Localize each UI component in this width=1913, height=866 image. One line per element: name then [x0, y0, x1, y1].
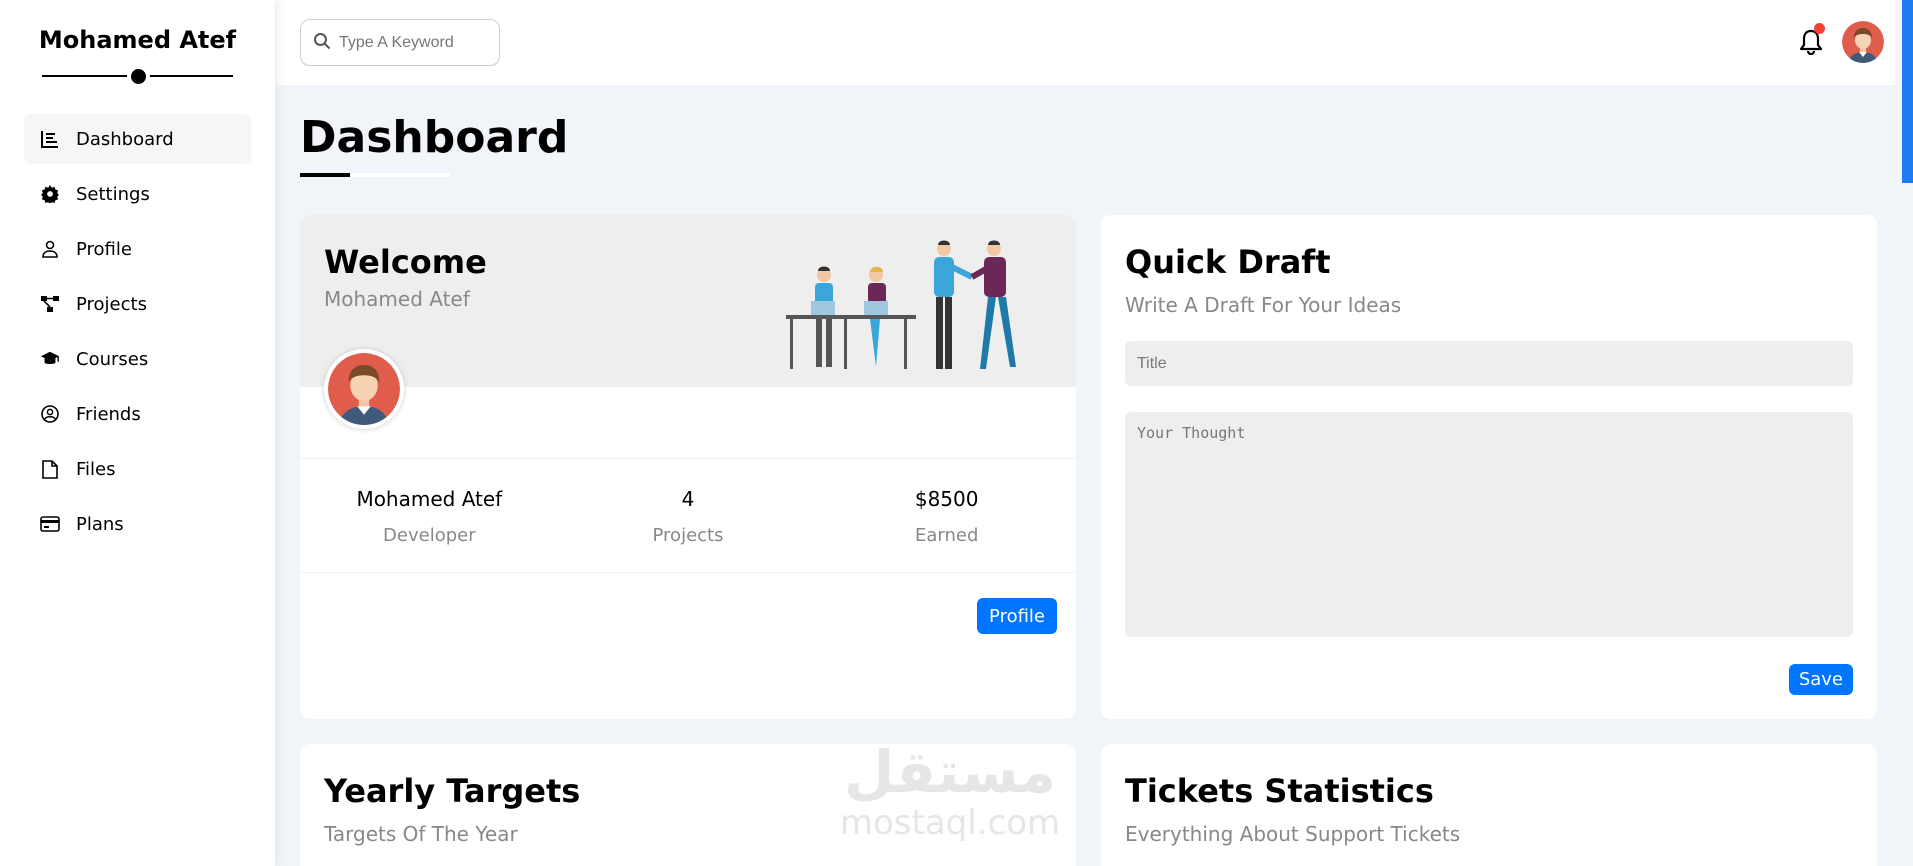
file-icon [40, 459, 60, 479]
brand-divider [42, 66, 233, 86]
chart-icon [40, 129, 60, 149]
scrollbar-thumb[interactable] [1902, 0, 1913, 183]
title-underline [300, 173, 450, 177]
stat-value: 4 [681, 487, 695, 511]
brand-name: Mohamed Atef [38, 26, 237, 54]
stat-earned: $8500 Earned [817, 459, 1076, 572]
watermark-arabic: مستقل [844, 744, 1056, 806]
sidebar-item-friends[interactable]: Friends [24, 389, 251, 439]
stat-label: Developer [383, 525, 476, 546]
user-circle-icon [40, 404, 60, 424]
user-icon [40, 239, 60, 259]
graduation-cap-icon [40, 349, 60, 369]
sidebar-item-label: Courses [76, 348, 149, 370]
tickets-statistics-card: Tickets Statistics Everything About Supp… [1101, 744, 1877, 866]
search-box[interactable] [300, 19, 500, 66]
search-input[interactable] [339, 33, 489, 52]
sidebar-item-label: Projects [76, 293, 147, 315]
page-title: Dashboard [300, 112, 569, 163]
stat-value: $8500 [914, 487, 979, 511]
sidebar-item-label: Files [76, 458, 116, 480]
notifications-button[interactable] [1798, 23, 1825, 56]
profile-button[interactable]: Profile [977, 598, 1057, 634]
draft-subtitle: Write A Draft For Your Ideas [1125, 293, 1402, 317]
welcome-intro: Welcome Mohamed Atef [300, 215, 1076, 387]
sidebar-item-courses[interactable]: Courses [24, 334, 251, 384]
welcome-card: Welcome Mohamed Atef Mohamed Atef Develo… [300, 215, 1076, 719]
tickets-title: Tickets Statistics [1125, 772, 1434, 810]
draft-title: Quick Draft [1125, 243, 1331, 281]
sidebar-item-label: Settings [76, 183, 150, 205]
stat-label: Earned [914, 525, 979, 546]
sidebar-item-label: Plans [76, 513, 124, 535]
sidebar: Mohamed Atef Dashboard Settings Profile … [0, 0, 275, 866]
avatar[interactable] [1842, 21, 1884, 63]
stat-name: Mohamed Atef Developer [300, 459, 559, 572]
draft-title-input[interactable] [1125, 341, 1853, 386]
notification-dot [1814, 23, 1825, 34]
diagram-icon [40, 294, 60, 314]
stat-projects: 4 Projects [559, 459, 818, 572]
sidebar-item-label: Dashboard [76, 128, 174, 150]
yearly-targets-card: Yearly Targets Targets Of The Year مستقل… [300, 744, 1076, 866]
sidebar-item-profile[interactable]: Profile [24, 224, 251, 274]
mostaql-watermark: مستقل mostaql.com [840, 744, 1060, 843]
sidebar-item-label: Profile [76, 238, 132, 260]
sidebar-item-plans[interactable]: Plans [24, 499, 251, 549]
quick-draft-card: Quick Draft Write A Draft For Your Ideas… [1101, 215, 1877, 719]
sidebar-item-settings[interactable]: Settings [24, 169, 251, 219]
sidebar-item-label: Friends [76, 403, 141, 425]
save-button[interactable]: Save [1788, 664, 1853, 695]
team-illustration [786, 240, 1016, 369]
avatar [324, 349, 404, 429]
welcome-stats: Mohamed Atef Developer 4 Projects $8500 … [300, 458, 1076, 573]
stat-label: Projects [652, 525, 724, 546]
sidebar-item-dashboard[interactable]: Dashboard [24, 114, 251, 164]
sidebar-nav: Dashboard Settings Profile Projects Cour… [24, 114, 251, 549]
stat-value: Mohamed Atef [356, 487, 503, 511]
top-header [275, 0, 1895, 85]
tickets-subtitle: Everything About Support Tickets [1125, 822, 1461, 846]
gear-icon [40, 184, 60, 204]
draft-thought-textarea[interactable] [1125, 412, 1853, 637]
credit-card-icon [40, 514, 60, 534]
search-icon [313, 32, 331, 54]
bell-icon [1798, 29, 1824, 60]
brand-dot [130, 69, 146, 84]
sidebar-item-files[interactable]: Files [24, 444, 251, 494]
sidebar-item-projects[interactable]: Projects [24, 279, 251, 329]
watermark-latin: mostaql.com [840, 803, 1060, 843]
